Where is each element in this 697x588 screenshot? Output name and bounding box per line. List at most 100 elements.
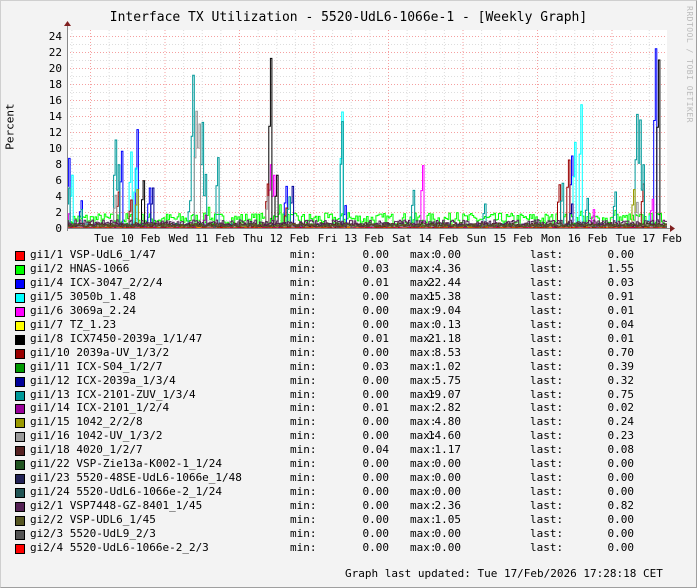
y-tick-label: 20 [49,62,62,75]
min-value: 0.01 [362,331,390,345]
last-label: last: [530,275,564,289]
last-label: last: [530,429,564,443]
max-value: 19.07 [427,387,461,401]
y-tick-label: 18 [49,78,62,91]
min-label: min: [290,359,317,373]
max-value: 0.00 [434,457,462,471]
min-label: min: [290,540,317,554]
last-label: last: [530,499,564,513]
max-value: 4.36 [434,261,462,275]
last-value: 0.08 [607,443,635,457]
max-value: 8.53 [434,345,462,359]
last-value: 0.75 [607,387,635,401]
max-value: 0.00 [434,471,462,485]
last-value: 0.24 [607,415,635,429]
min-value: 0.00 [362,471,390,485]
y-tick-label: 16 [49,94,62,107]
legend-color-swatch [15,334,25,345]
y-tick-label: 2 [55,206,62,219]
min-value: 0.01 [362,401,390,415]
legend-color-swatch [15,446,25,457]
legend-series-name: gi1/22 VSP-Zie13a-K002-1_1/24 [30,457,223,471]
min-label: min: [290,261,317,275]
min-label: min: [290,457,317,471]
chart-plot: 024681012141618202224Tue 10 Feb Wed 11 Fe… [49,21,682,245]
min-label: min: [290,248,317,261]
legend-color-swatch [15,460,25,471]
x-axis-arrow-icon [670,225,675,232]
last-label: last: [530,303,564,317]
last-label: last: [530,317,564,331]
last-label: last: [530,373,564,387]
legend-series-name: gi2/4 5520-UdL6-1066e-2_2/3 [30,540,209,554]
min-value: 0.03 [362,261,390,275]
min-value: 0.00 [362,289,390,303]
last-value: 0.00 [607,471,635,485]
last-value: 0.02 [607,401,635,415]
x-tick-label: Mon 16 Feb [541,232,607,245]
legend-series-name: gi1/5 3050b_1.48 [30,289,136,303]
last-value: 1.55 [607,261,635,275]
legend-row: gi1/24 5520-UdL6-1066e-2_1/24 min: 0.00 max… [0,485,697,499]
legend-row: gi1/15 1042_2/2/8 min: 0.00 max: 4.80 last: 0.… [0,415,697,429]
legend-row: gi1/16 1042-UV_1/3/2 min: 0.00 max: 14.60 las… [0,429,697,443]
legend-color-swatch [15,543,25,554]
min-label: min: [290,317,317,331]
min-label: min: [290,527,317,540]
legend-row: gi2/3 5520-UdL9_2/3 min: 0.00 max: 0.00 last:… [0,527,697,541]
legend-row: gi1/8 ICX7450-2039a_1/1/47 min: 0.01 max: 21… [0,332,697,346]
max-value: 2.82 [434,401,462,415]
last-label: last: [530,248,564,261]
min-value: 0.00 [362,457,390,471]
last-label: last: [530,485,564,499]
min-label: min: [290,303,317,317]
min-label: min: [290,499,317,513]
last-updated: Graph last updated: Tue 17/Feb/2026 17:2… [345,567,663,580]
legend-row: gi1/5 3050b_1.48 min: 0.00 max: 15.38 last: 0.… [0,290,697,304]
last-value: 0.00 [607,527,635,540]
legend-color-swatch [15,418,25,429]
last-label: last: [530,471,564,485]
last-label: last: [530,457,564,471]
last-value: 0.23 [607,429,635,443]
legend-color-swatch [15,390,25,401]
y-tick-label: 6 [55,174,62,187]
min-value: 0.04 [362,443,390,457]
min-value: 0.01 [362,275,390,289]
min-value: 0.03 [362,359,390,373]
min-label: min: [290,275,317,289]
max-value: 2.36 [434,499,462,513]
last-label: last: [530,513,564,527]
legend-color-swatch [15,251,25,261]
y-tick-label: 24 [49,30,63,43]
y-tick-label: 10 [49,142,62,155]
x-tick-label: Tue 10 Feb [94,232,160,245]
max-value: 0.00 [434,485,462,499]
legend-series-name: gi1/13 ICX-2101-ZUV_1/3/4 [30,387,196,401]
last-label: last: [530,331,564,345]
x-tick-label: Wed 11 Feb [169,232,235,245]
legend-series-name: gi2/1 VSP7448-GZ-8401_1/45 [30,499,203,513]
min-label: min: [290,471,317,485]
legend-series-name: gi1/15 1042_2/2/8 [30,415,143,429]
last-value: 0.00 [607,513,635,527]
min-value: 0.00 [362,429,390,443]
legend-row: gi1/11 ICX-S04_1/2/7 min: 0.03 max: 1.02 last… [0,360,697,374]
y-axis-label: Percent [3,103,17,150]
min-value: 0.00 [362,540,390,554]
min-label: min: [290,443,317,457]
legend-row: gi1/14 ICX-2101_1/2/4 min: 0.01 max: 2.82 las… [0,401,697,415]
legend-series-name: gi1/11 ICX-S04_1/2/7 [30,359,163,373]
min-value: 0.00 [362,527,390,540]
legend-series-name: gi1/8 ICX7450-2039a_1/1/47 [30,331,203,345]
min-value: 0.00 [362,248,390,261]
legend-row: gi1/23 5520-48SE-UdL6-1066e_1/48 min: 0.00… [0,471,697,485]
legend-series-name: gi1/12 ICX-2039a_1/3/4 [30,373,176,387]
legend-series-name: gi1/7 TZ_1.23 [30,317,117,331]
last-value: 0.03 [607,275,635,289]
min-label: min: [290,429,317,443]
max-value: 1.02 [434,359,462,373]
max-value: 22.44 [427,275,461,289]
max-value: 21.18 [427,331,461,345]
legend-row: gi2/4 5520-UdL6-1066e-2_2/3 min: 0.00 max: 0… [0,541,697,555]
